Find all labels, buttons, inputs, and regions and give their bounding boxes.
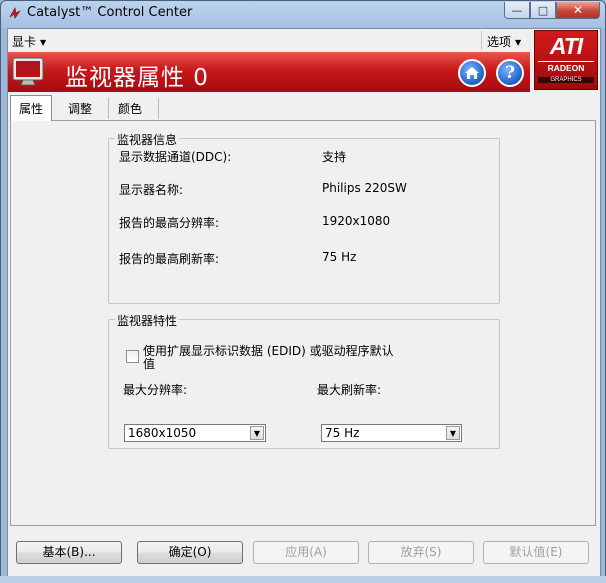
help-icon: ? (505, 63, 515, 83)
maximize-button[interactable]: □ (530, 2, 556, 19)
tab-properties[interactable]: 属性 (10, 95, 53, 121)
properties-panel: 监视器信息 显示数据通道(DDC): 支持 显示器名称: Philips 220… (10, 120, 596, 526)
max-refresh-select-value: 75 Hz (325, 426, 360, 440)
help-button[interactable]: ? (496, 59, 524, 87)
tab-color-label: 颜色 (118, 102, 143, 116)
monitor-icon (12, 57, 44, 86)
client-area: 显卡 ▼ 选项 ▼ ATI RADEON GRAPHICS 监视器属性 0 ? … (7, 28, 601, 579)
options-menu[interactable]: 选项 ▼ (487, 33, 521, 50)
minimize-button[interactable]: — (504, 2, 530, 19)
edid-checkbox-label-cont: 值 (143, 357, 156, 371)
basic-button[interactable]: 基本(B)... (16, 541, 122, 564)
graphics-text: GRAPHICS (538, 77, 594, 83)
title-bar[interactable]: Catalyst™ Control Center — □ ✕ (1, 1, 605, 27)
window-controls: — □ ✕ (504, 2, 600, 19)
ok-button[interactable]: 确定(O) (137, 541, 243, 564)
page-title: 监视器属性 0 (65, 65, 209, 91)
ati-brand-text: ATI (549, 33, 583, 59)
max-resolution-label: 最大分辨率: (123, 383, 188, 397)
graphics-menu-label: 显卡 (12, 35, 37, 49)
options-menu-label: 选项 (487, 35, 512, 49)
catalyst-app-icon (9, 7, 21, 19)
chevron-down-icon[interactable]: ▼ (250, 426, 264, 440)
apply-button[interactable]: 应用(A) (253, 541, 359, 564)
monitor-info-group: 监视器信息 显示数据通道(DDC): 支持 显示器名称: Philips 220… (108, 131, 500, 304)
defaults-button[interactable]: 默认值(E) (483, 541, 589, 564)
home-icon (465, 67, 479, 79)
graphics-menu[interactable]: 显卡 ▼ (12, 33, 46, 50)
monitor-props-title: 监视器特性 (115, 312, 180, 329)
monitor-name-label: 显示器名称: (119, 183, 184, 197)
tab-separator (108, 98, 109, 119)
edid-checkbox-label: 使用扩展显示标识数据 (EDID) 或驱动程序默认 (143, 344, 394, 358)
menu-separator (481, 31, 482, 50)
page-banner: 监视器属性 0 ? (8, 52, 530, 92)
edid-checkbox[interactable] (126, 350, 139, 363)
max-refresh-report-label: 报告的最高刷新率: (119, 252, 220, 266)
monitor-info-title: 监视器信息 (115, 131, 180, 148)
home-button[interactable] (458, 59, 486, 87)
footer-button-bar: 基本(B)... 确定(O) 应用(A) 放弃(S) 默认值(E) (8, 534, 600, 574)
tab-adjust[interactable]: 调整 (60, 98, 100, 120)
close-button[interactable]: ✕ (556, 2, 600, 19)
monitor-name-value: Philips 220SW (322, 181, 407, 195)
tab-properties-label: 属性 (19, 102, 44, 116)
max-refresh-select[interactable]: 75 Hz ▼ (321, 424, 462, 442)
max-resolution-report-label: 报告的最高分辨率: (119, 216, 220, 230)
discard-button[interactable]: 放弃(S) (368, 541, 474, 564)
tab-separator (158, 98, 159, 119)
chevron-down-icon: ▼ (515, 38, 522, 47)
ddc-label: 显示数据通道(DDC): (119, 150, 232, 164)
tab-color[interactable]: 颜色 (110, 98, 150, 120)
menu-bar: 显卡 ▼ 选项 ▼ (8, 29, 600, 52)
tab-strip: 属性 调整 颜色 (8, 95, 600, 121)
window-title: Catalyst™ Control Center (27, 5, 193, 20)
max-resolution-select[interactable]: 1680x1050 ▼ (124, 424, 266, 442)
max-refresh-label: 最大刷新率: (317, 383, 382, 397)
max-resolution-select-value: 1680x1050 (128, 426, 197, 440)
chevron-down-icon: ▼ (40, 38, 47, 47)
max-refresh-report-value: 75 Hz (322, 250, 357, 264)
ati-radeon-logo: ATI RADEON GRAPHICS (534, 30, 598, 90)
radeon-text: RADEON (538, 61, 594, 73)
bottom-edge (0, 576, 606, 583)
ddc-value: 支持 (322, 150, 347, 164)
app-window: Catalyst™ Control Center — □ ✕ 显卡 ▼ 选项 ▼ A… (0, 0, 606, 583)
chevron-down-icon[interactable]: ▼ (446, 426, 460, 440)
max-resolution-report-value: 1920x1080 (322, 214, 391, 228)
tab-adjust-label: 调整 (68, 102, 93, 116)
monitor-props-group: 监视器特性 使用扩展显示标识数据 (EDID) 或驱动程序默认 值 最大分辨率:… (108, 312, 500, 449)
